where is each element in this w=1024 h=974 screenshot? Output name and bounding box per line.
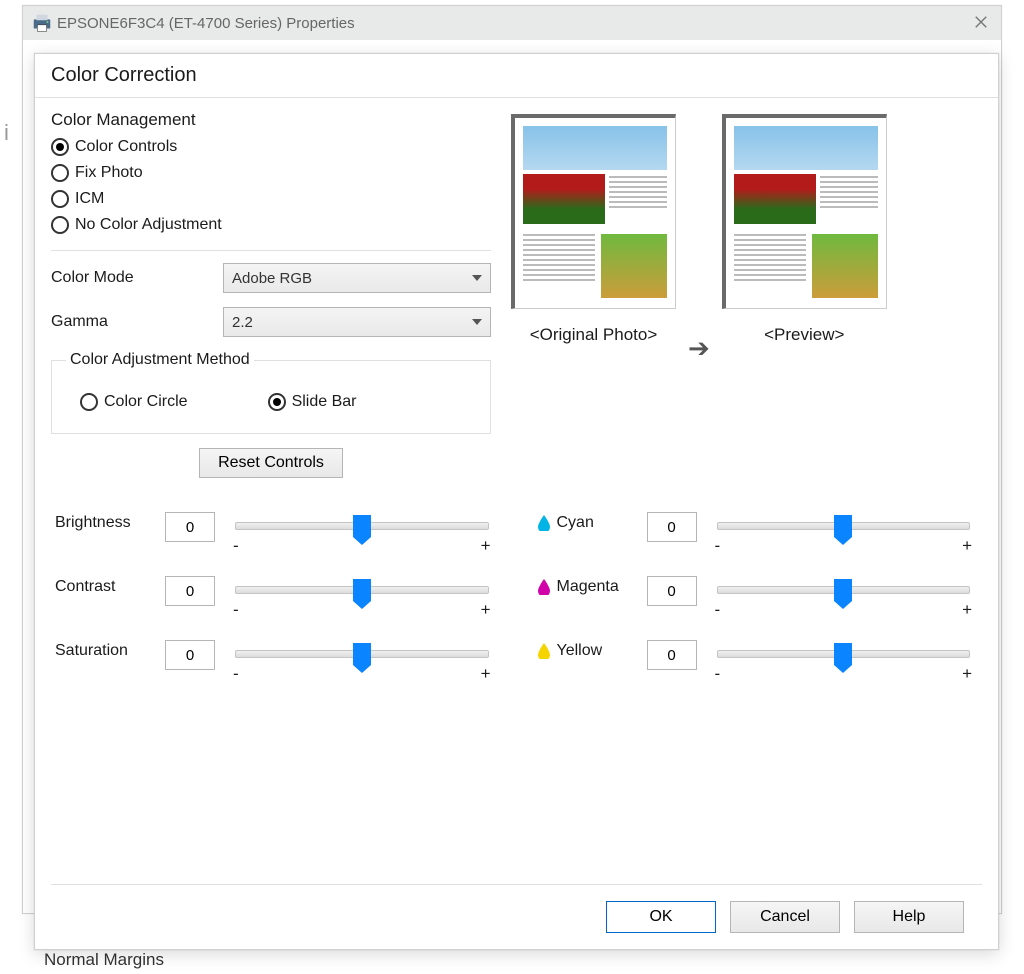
slider-minus: -	[233, 536, 239, 556]
original-photo-label: <Original Photo>	[530, 325, 658, 345]
slider-plus: +	[962, 536, 972, 556]
slider-thumb[interactable]	[834, 579, 852, 601]
dialog-footer: OK Cancel Help	[51, 884, 982, 949]
slider-minus: -	[715, 600, 721, 620]
radio-label: No Color Adjustment	[75, 216, 222, 234]
radio-label: ICM	[75, 190, 104, 208]
yellow-row: Yellow - +	[537, 638, 979, 684]
slider-minus: -	[233, 600, 239, 620]
color-management-label: Color Management	[51, 110, 491, 130]
slider-thumb[interactable]	[353, 643, 371, 665]
radio-label: Color Controls	[75, 138, 177, 156]
reset-controls-button[interactable]: Reset Controls	[199, 448, 343, 478]
printer-icon	[31, 12, 53, 34]
radio-color-circle[interactable]: Color Circle	[80, 389, 188, 415]
radio-slide-bar[interactable]: Slide Bar	[268, 389, 357, 415]
magenta-input[interactable]	[647, 576, 697, 606]
close-icon[interactable]	[969, 10, 993, 34]
gamma-label: Gamma	[51, 313, 211, 331]
cyan-row: Cyan - +	[537, 510, 979, 556]
slider-minus: -	[715, 664, 721, 684]
cyan-label: Cyan	[557, 514, 594, 532]
saturation-row: Saturation - +	[55, 638, 497, 684]
yellow-drop-icon	[537, 643, 551, 659]
magenta-drop-icon	[537, 579, 551, 595]
contrast-slider[interactable]	[235, 586, 489, 594]
magenta-label: Magenta	[557, 578, 619, 596]
radio-icon	[51, 216, 69, 234]
slider-thumb[interactable]	[353, 579, 371, 601]
saturation-label: Saturation	[55, 638, 155, 660]
radio-icon	[51, 138, 69, 156]
radio-label: Color Circle	[104, 393, 188, 411]
ok-button[interactable]: OK	[606, 901, 716, 933]
slider-plus: +	[481, 536, 491, 556]
slider-minus: -	[715, 536, 721, 556]
radio-label: Slide Bar	[292, 393, 357, 411]
slider-minus: -	[233, 664, 239, 684]
slider-plus: +	[962, 600, 972, 620]
titlebar: EPSONE6F3C4 (ET-4700 Series) Properties	[23, 6, 1001, 40]
slider-thumb[interactable]	[834, 643, 852, 665]
slider-plus: +	[481, 664, 491, 684]
radio-label: Fix Photo	[75, 164, 143, 182]
bg-hint: i	[4, 120, 9, 146]
radio-fix-photo[interactable]: Fix Photo	[51, 160, 491, 186]
cancel-button[interactable]: Cancel	[730, 901, 840, 933]
gamma-value: 2.2	[232, 314, 253, 331]
yellow-slider[interactable]	[717, 650, 971, 658]
arrow-right-icon: ➔	[688, 333, 710, 364]
yellow-label: Yellow	[557, 642, 603, 660]
radio-icon	[80, 393, 98, 411]
radio-icon	[51, 190, 69, 208]
radio-no-adjustment[interactable]: No Color Adjustment	[51, 212, 491, 238]
contrast-label: Contrast	[55, 574, 155, 596]
preview-thumbnail	[511, 114, 676, 309]
saturation-input[interactable]	[165, 640, 215, 670]
color-mode-label: Color Mode	[51, 269, 211, 287]
adjustment-method-label: Color Adjustment Method	[66, 351, 254, 369]
gamma-select[interactable]: 2.2	[223, 307, 491, 337]
slider-thumb[interactable]	[353, 515, 371, 537]
help-button[interactable]: Help	[854, 901, 964, 933]
preview-label: <Preview>	[764, 325, 844, 345]
slider-plus: +	[962, 664, 972, 684]
magenta-row: Magenta - +	[537, 574, 979, 620]
radio-icm[interactable]: ICM	[51, 186, 491, 212]
slider-thumb[interactable]	[834, 515, 852, 537]
dialog-title: Color Correction	[35, 54, 998, 98]
adjustment-method-group: Color Adjustment Method Color Circle Sli…	[51, 351, 491, 434]
radio-icon	[51, 164, 69, 182]
cyan-input[interactable]	[647, 512, 697, 542]
preview-photo: <Preview>	[722, 114, 887, 345]
window-title: EPSONE6F3C4 (ET-4700 Series) Properties	[57, 15, 355, 32]
yellow-input[interactable]	[647, 640, 697, 670]
preview-thumbnail	[722, 114, 887, 309]
saturation-slider[interactable]	[235, 650, 489, 658]
brightness-slider[interactable]	[235, 522, 489, 530]
radio-icon	[268, 393, 286, 411]
color-management-radio-group: Color Controls Fix Photo ICM No Color Ad…	[51, 134, 491, 244]
radio-color-controls[interactable]: Color Controls	[51, 134, 491, 160]
brightness-label: Brightness	[55, 510, 155, 532]
cyan-drop-icon	[537, 515, 551, 531]
magenta-slider[interactable]	[717, 586, 971, 594]
separator	[51, 250, 491, 251]
color-correction-dialog: Color Correction Color Management Color …	[34, 53, 999, 950]
original-photo-preview: <Original Photo>	[511, 114, 676, 345]
slider-plus: +	[481, 600, 491, 620]
cyan-slider[interactable]	[717, 522, 971, 530]
color-mode-value: Adobe RGB	[232, 270, 312, 287]
contrast-input[interactable]	[165, 576, 215, 606]
brightness-input[interactable]	[165, 512, 215, 542]
color-mode-select[interactable]: Adobe RGB	[223, 263, 491, 293]
brightness-row: Brightness - +	[55, 510, 497, 556]
contrast-row: Contrast - +	[55, 574, 497, 620]
